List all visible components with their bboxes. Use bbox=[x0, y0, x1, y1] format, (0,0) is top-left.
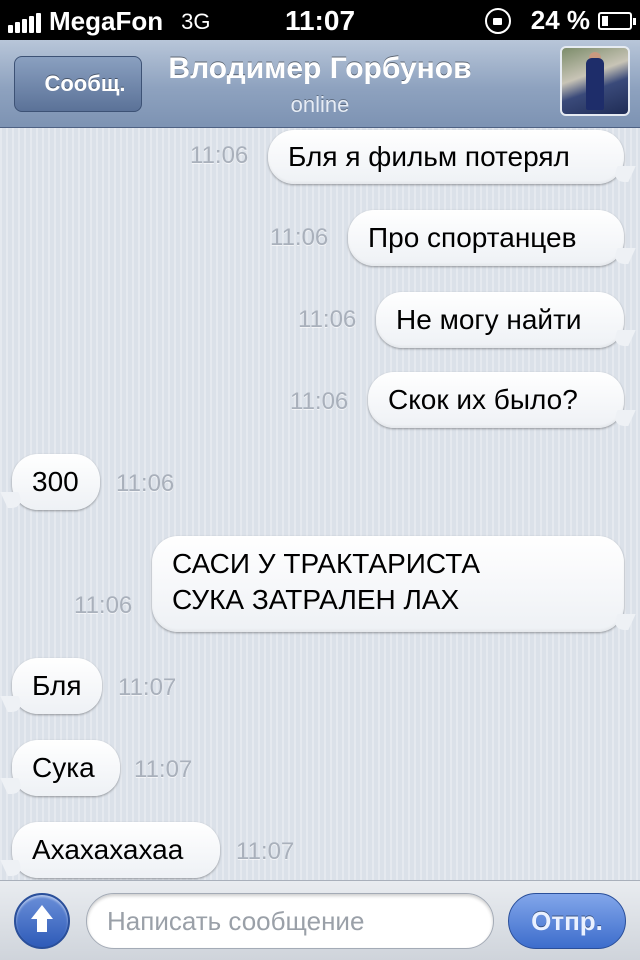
message-bubble-incoming[interactable]: Сука bbox=[12, 740, 120, 796]
message-time: 11:06 bbox=[190, 142, 249, 169]
message-text: Скок их было? bbox=[388, 384, 578, 415]
send-button[interactable]: Отпр. bbox=[508, 893, 626, 949]
message-text: САСИ У ТРАКТАРИСТА bbox=[172, 548, 481, 579]
message-time: 11:07 bbox=[236, 838, 295, 865]
message-time: 11:07 bbox=[134, 756, 193, 783]
status-right: 24 % bbox=[484, 5, 636, 36]
back-button[interactable]: Сообщ. bbox=[14, 56, 142, 112]
message-bubble-outgoing[interactable]: Про спортанцев bbox=[348, 210, 624, 266]
message-bubble-incoming[interactable]: Ахахахахаа bbox=[12, 822, 220, 878]
message-text: Сука bbox=[32, 752, 95, 783]
message-time: 11:06 bbox=[290, 388, 349, 415]
message-bubble-outgoing[interactable]: Бля я фильм потерял bbox=[268, 130, 624, 184]
message-text: Бля я фильм потерял bbox=[288, 141, 570, 172]
message-bubble-outgoing[interactable]: Скок их было? bbox=[368, 372, 624, 428]
message-time: 11:06 bbox=[298, 306, 357, 333]
message-time: 11:06 bbox=[74, 592, 133, 619]
attach-button[interactable] bbox=[14, 893, 70, 949]
message-bubble-incoming[interactable]: 300 bbox=[12, 454, 100, 510]
message-text: Бля bbox=[32, 670, 82, 701]
upload-arrow-icon bbox=[31, 905, 53, 919]
status-bar: MegaFon 3G 11:07 24 % bbox=[0, 0, 640, 40]
battery-percent: 24 % bbox=[530, 5, 590, 35]
avatar[interactable] bbox=[560, 46, 630, 116]
message-input[interactable] bbox=[86, 893, 494, 949]
message-text: 300 bbox=[32, 466, 79, 497]
message-time: 11:06 bbox=[116, 470, 175, 497]
message-list[interactable]: Бля я фильм потерял 11:06 Про спортанцев… bbox=[0, 128, 640, 880]
message-text: Ахахахахаа bbox=[32, 834, 184, 865]
message-time: 11:06 bbox=[270, 224, 329, 251]
message-text-line-2: СУКА ЗАТРАЛЕН ЛАХ bbox=[172, 584, 460, 615]
message-bubble-outgoing[interactable]: САСИ У ТРАКТАРИСТА СУКА ЗАТРАЛЕН ЛАХ bbox=[152, 536, 624, 632]
contact-name: Влодимер Горбунов bbox=[168, 52, 472, 85]
message-time: 11:07 bbox=[118, 674, 177, 701]
contact-status: online bbox=[290, 92, 350, 117]
message-text: Про спортанцев bbox=[368, 222, 577, 253]
message-bubble-incoming[interactable]: Бля bbox=[12, 658, 102, 714]
rotation-lock-icon bbox=[484, 7, 511, 34]
message-text: Не могу найти bbox=[396, 304, 582, 335]
nav-bar: Сообщ. Влодимер Горбунов online bbox=[0, 40, 640, 128]
composer-bar: Отпр. bbox=[0, 880, 640, 960]
message-bubble-outgoing[interactable]: Не могу найти bbox=[376, 292, 624, 348]
battery-icon bbox=[598, 11, 636, 30]
